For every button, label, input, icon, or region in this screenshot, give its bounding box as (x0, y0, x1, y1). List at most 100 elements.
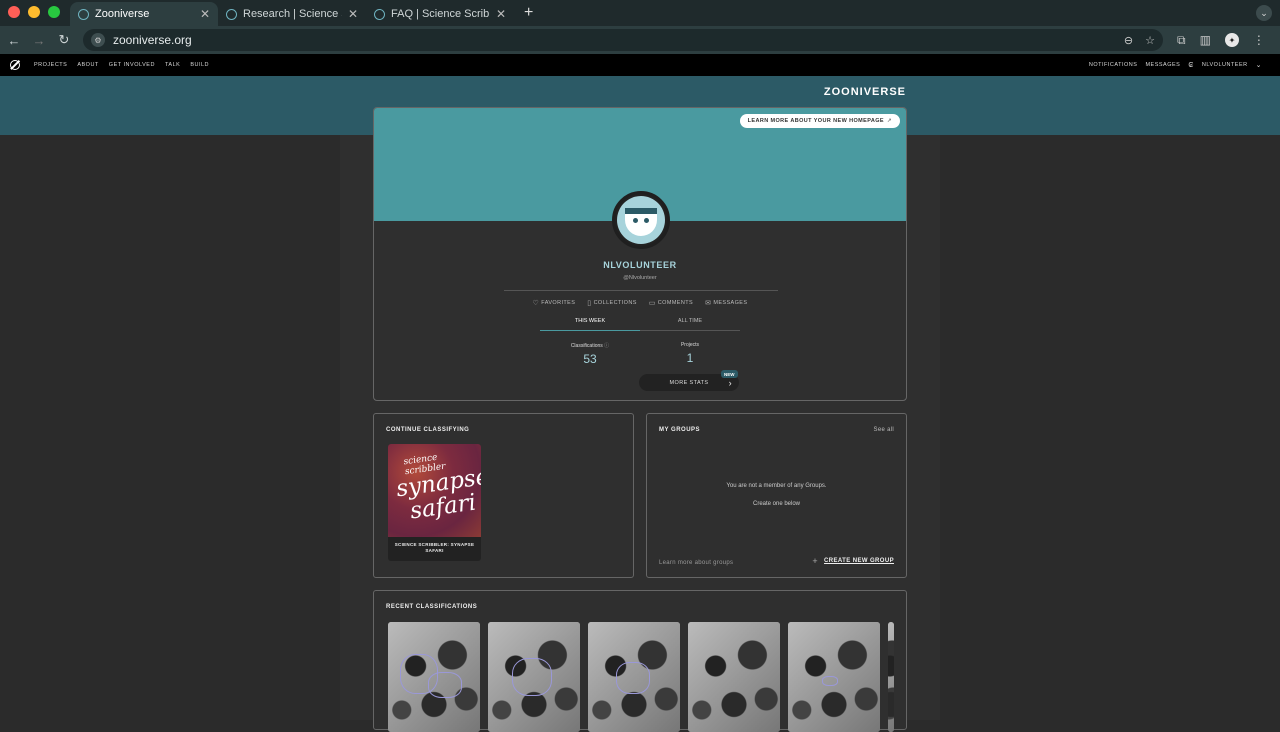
collections-label: COLLECTIONS (593, 300, 637, 306)
recent-classification-thumbnail[interactable] (888, 622, 894, 732)
messages-link[interactable]: ✉ MESSAGES (705, 299, 747, 307)
nav-build[interactable]: BUILD (190, 62, 209, 68)
side-panel-icon[interactable]: ▥ (1200, 33, 1211, 47)
nav-get-involved[interactable]: GET INVOLVED (109, 62, 155, 68)
recent-classification-thumbnail[interactable] (688, 622, 780, 732)
stat-label: Projects (680, 342, 700, 348)
zoom-icon[interactable]: ⊖ (1124, 34, 1133, 47)
profile-card: LEARN MORE ABOUT YOUR NEW HOMEPAGE ↗ NLV… (373, 107, 907, 401)
zooniverse-favicon-icon (374, 8, 385, 20)
more-stats-label: MORE STATS (669, 379, 709, 386)
create-group-label: CREATE NEW GROUP (824, 558, 894, 564)
continue-classifying-panel: CONTINUE CLASSIFYING science scribbler s… (373, 413, 634, 578)
new-badge: NEW (721, 370, 738, 378)
my-groups-panel: MY GROUPS See all You are not a member o… (646, 413, 907, 578)
collections-link[interactable]: ▯ COLLECTIONS (587, 299, 636, 307)
recent-classification-thumbnail[interactable] (588, 622, 680, 732)
recent-classifications-panel: RECENT CLASSIFICATIONS (373, 590, 907, 732)
profile-avatar-icon[interactable]: ✦ (1224, 33, 1239, 47)
stat-value: 53 (583, 352, 597, 366)
more-menu-icon[interactable]: ⋮ (1253, 33, 1265, 47)
favorites-link[interactable]: ♡ FAVORITES (533, 299, 576, 307)
recent-thumbnails (388, 622, 894, 732)
profile-links: ♡ FAVORITES ▯ COLLECTIONS ▭ COMMENTS ✉ MESSA… (374, 299, 906, 307)
browser-toolbar: ← → ↻ ⚙ zooniverse.org ⊖ ☆ ⧉ ▥ ✦ ⋮ (0, 26, 1280, 54)
site-nav-bar: PROJECTS ABOUT GET INVOLVED TALK BUILD N… (0, 54, 1280, 76)
envelope-icon: ✉ (705, 300, 712, 307)
close-icon[interactable]: ✕ (200, 7, 210, 21)
zooniverse-logo-icon[interactable] (10, 60, 20, 70)
stat-label: Classifications ⓘ (570, 343, 610, 349)
stats-tabs: THIS WEEK ALL TIME (540, 318, 740, 331)
new-tab-button[interactable]: + (514, 4, 543, 26)
messages-label: MESSAGES (713, 300, 748, 306)
profile-handle: @Nlvolunteer (623, 275, 657, 281)
avatar (612, 191, 670, 249)
browser-tab-bar: Zooniverse ✕ Research | Science Scribble… (0, 0, 1280, 26)
nav-talk[interactable]: TALK (165, 62, 180, 68)
tab-title: Zooniverse (95, 8, 150, 20)
heart-icon: ♡ (532, 300, 540, 307)
project-artwork: science scribbler synapse safari (388, 444, 481, 537)
address-bar[interactable]: ⚙ zooniverse.org ⊖ ☆ (83, 29, 1163, 51)
bookmark-icon: ▯ (587, 300, 592, 307)
comments-label: COMMENTS (657, 300, 694, 306)
learn-more-homepage-button[interactable]: LEARN MORE ABOUT YOUR NEW HOMEPAGE ↗ (739, 114, 900, 128)
favorites-label: FAVORITES (541, 300, 576, 306)
recent-classification-thumbnail[interactable] (388, 622, 480, 732)
info-icon[interactable]: ⓘ (604, 343, 609, 349)
url-text[interactable]: zooniverse.org (113, 33, 1112, 47)
chevron-right-icon: › (728, 377, 732, 388)
comments-link[interactable]: ▭ COMMENTS (649, 299, 693, 307)
close-icon[interactable]: ✕ (348, 7, 358, 21)
nav-about[interactable]: ABOUT (77, 62, 98, 68)
stat-classifications: Classifications ⓘ 53 (540, 342, 640, 366)
zooniverse-favicon-icon (226, 8, 237, 20)
bookmark-star-icon[interactable]: ☆ (1145, 34, 1155, 47)
tab-title: FAQ | Science Scribbler: Syn (391, 8, 490, 20)
profile-display-name: NLVOLUNTEER (603, 260, 677, 270)
site-info-icon[interactable]: ⚙ (91, 33, 105, 47)
close-window-button[interactable] (8, 6, 20, 18)
comment-icon: ▭ (648, 300, 656, 307)
recent-classification-thumbnail[interactable] (488, 622, 580, 732)
language-icon[interactable]: ₢ (1188, 62, 1194, 69)
minimize-window-button[interactable] (28, 6, 40, 18)
browser-tab-zooniverse[interactable]: Zooniverse ✕ (70, 2, 218, 26)
groups-empty-message: You are not a member of any Groups. (726, 483, 827, 489)
nav-notifications[interactable]: NOTIFICATIONS (1089, 62, 1138, 68)
tab-this-week[interactable]: THIS WEEK (540, 318, 640, 331)
window-controls (0, 6, 70, 26)
chevron-down-icon[interactable]: ⌄ (1256, 5, 1272, 21)
tab-title: Research | Science Scribbler (243, 8, 342, 20)
recent-classification-thumbnail[interactable] (788, 622, 880, 732)
close-icon[interactable]: ✕ (496, 7, 506, 21)
external-link-icon: ↗ (886, 118, 892, 124)
avatar-face-icon (617, 196, 665, 244)
panel-title: CONTINUE CLASSIFYING (386, 427, 470, 433)
chevron-down-icon[interactable]: ⌄ (1256, 61, 1262, 69)
extensions-icon[interactable]: ⧉ (1177, 33, 1186, 48)
divider (504, 290, 778, 291)
browser-tab-faq[interactable]: FAQ | Science Scribbler: Syn ✕ (366, 2, 514, 26)
browser-tab-research[interactable]: Research | Science Scribbler ✕ (218, 2, 366, 26)
maximize-window-button[interactable] (48, 6, 60, 18)
create-new-group-button[interactable]: + CREATE NEW GROUP (812, 556, 894, 566)
groups-create-hint: Create one below (752, 501, 801, 507)
learn-more-groups-link[interactable]: Learn more about groups (659, 560, 733, 566)
nav-projects[interactable]: PROJECTS (34, 62, 67, 68)
panel-title: MY GROUPS (659, 427, 701, 433)
nav-user-menu[interactable]: NLVOLUNTEER (1202, 62, 1248, 68)
plus-icon: + (812, 556, 819, 566)
stat-projects: Projects 1 (640, 342, 740, 365)
project-name: SCIENCE SCRIBBLER: SYNAPSE SAFARI (394, 542, 475, 553)
see-all-link[interactable]: See all (874, 427, 894, 433)
reload-icon[interactable]: ↻ (53, 32, 75, 48)
project-card-synapse-safari[interactable]: science scribbler synapse safari SCIENCE… (388, 444, 481, 561)
brand-wordmark: ZOONIVERSE (823, 86, 906, 98)
back-arrow-icon[interactable]: ← (3, 33, 25, 48)
nav-messages[interactable]: MESSAGES (1145, 62, 1180, 68)
forward-arrow-icon[interactable]: → (28, 33, 50, 48)
tab-all-time[interactable]: ALL TIME (640, 318, 740, 331)
stat-value: 1 (686, 351, 694, 365)
